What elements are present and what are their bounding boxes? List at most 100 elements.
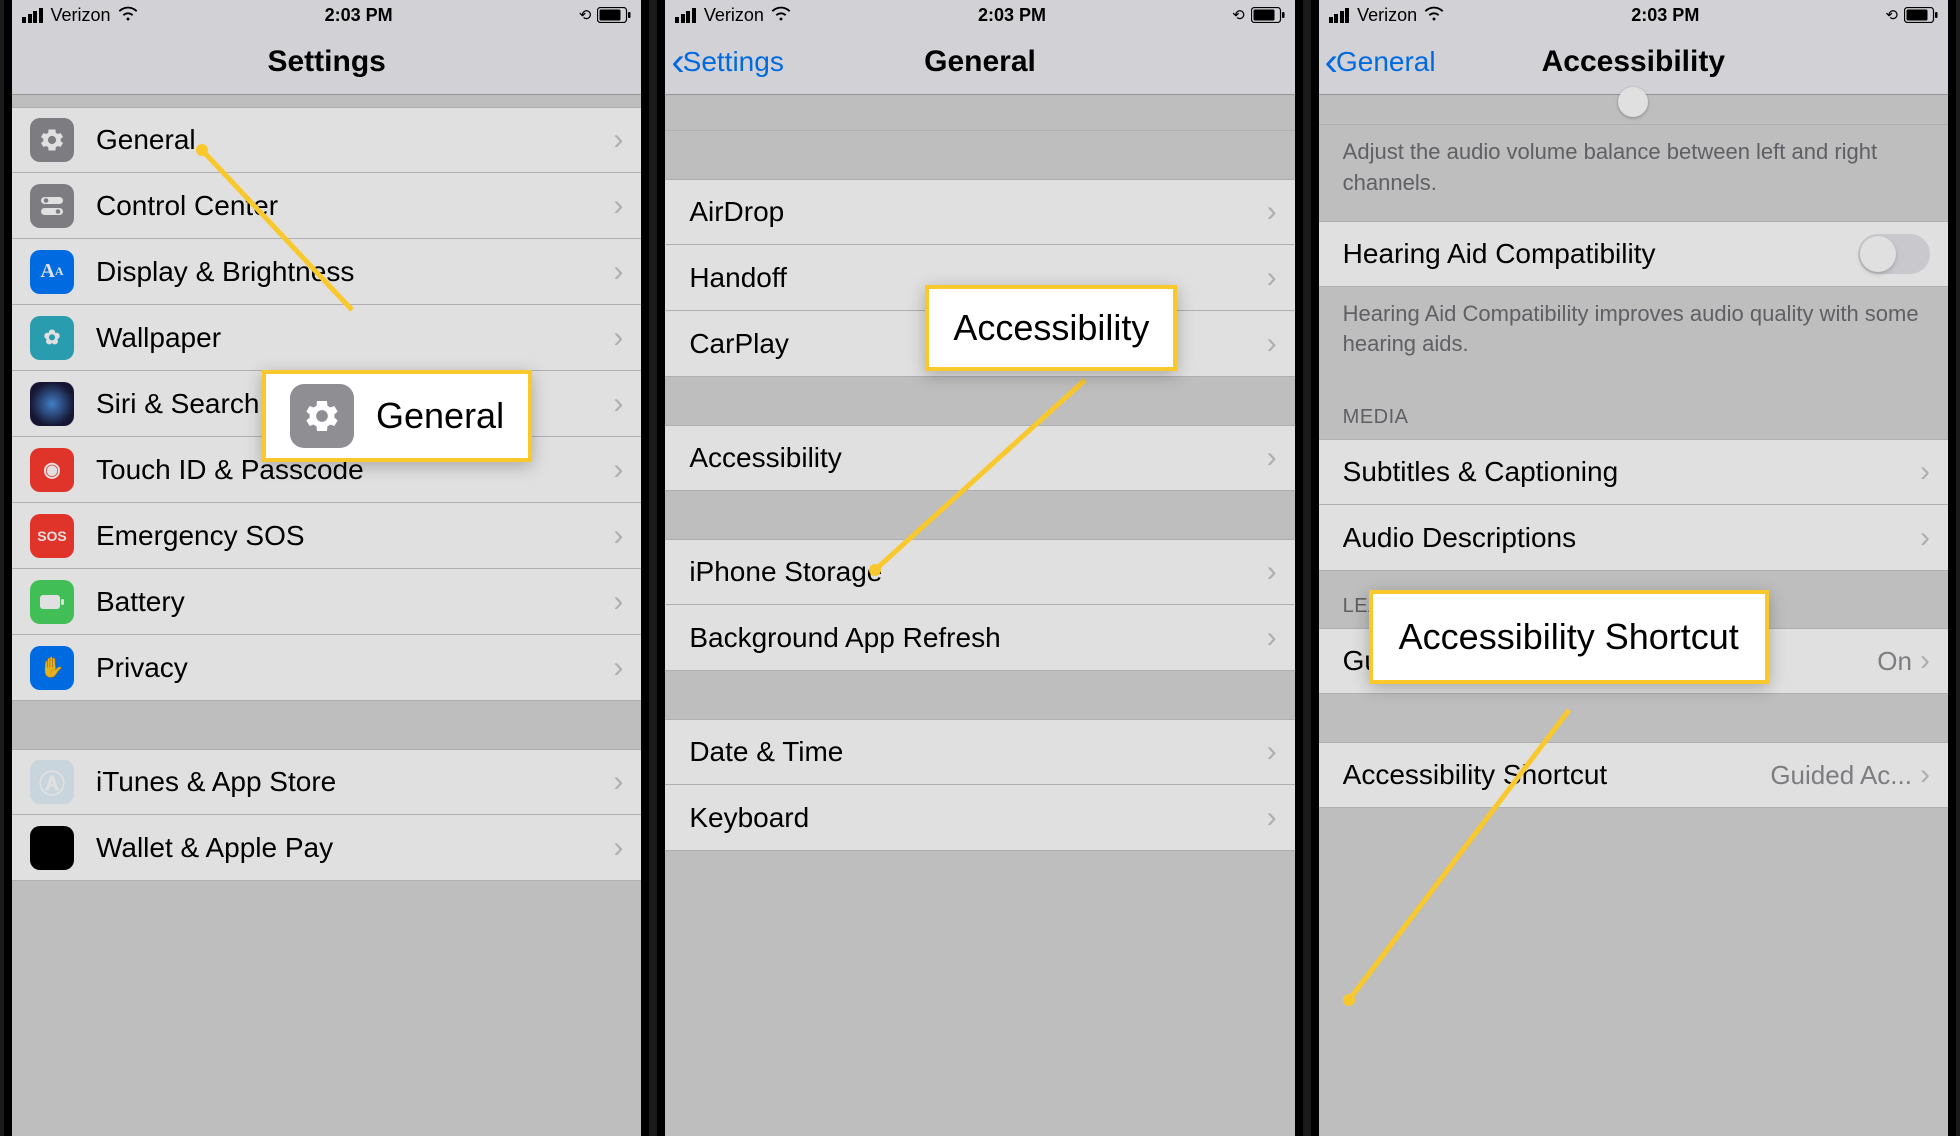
chevron-right-icon: › — [1920, 644, 1930, 678]
row-label: Wallet & Apple Pay — [96, 832, 605, 864]
wifi-icon — [1423, 5, 1445, 26]
callout-label: Accessibility — [953, 307, 1149, 349]
signal-icon — [675, 8, 696, 23]
row-accessibility-shortcut[interactable]: Accessibility Shortcut Guided Ac... › — [1319, 742, 1948, 808]
siri-icon — [30, 382, 74, 426]
back-button[interactable]: ‹ General — [1325, 42, 1436, 82]
row-label: Hearing Aid Compatibility — [1343, 238, 1858, 270]
chevron-right-icon: › — [613, 831, 623, 865]
wifi-icon — [770, 5, 792, 26]
callout-label: Accessibility Shortcut — [1399, 616, 1739, 658]
row-background-refresh[interactable]: Background App Refresh › — [665, 605, 1294, 671]
nav-bar: ‹ Settings General — [665, 30, 1294, 95]
page-title: Accessibility — [1542, 45, 1725, 79]
back-button[interactable]: ‹ Settings — [671, 42, 784, 82]
row-display[interactable]: AA Display & Brightness › — [12, 239, 641, 305]
row-label: Emergency SOS — [96, 520, 605, 552]
status-time: 2:03 PM — [1631, 5, 1699, 26]
appstore-icon: Ⓐ — [30, 760, 74, 804]
row-date-time[interactable]: Date & Time › — [665, 719, 1294, 785]
row-wallpaper[interactable]: ✿ Wallpaper › — [12, 305, 641, 371]
row-storage[interactable]: iPhone Storage › — [665, 539, 1294, 605]
row-subtitles[interactable]: Subtitles & Captioning › — [1319, 439, 1948, 505]
wifi-icon — [117, 5, 139, 26]
chevron-right-icon: › — [1920, 521, 1930, 555]
row-privacy[interactable]: ✋ Privacy › — [12, 635, 641, 701]
chevron-right-icon: › — [1267, 261, 1277, 295]
page-title: General — [924, 45, 1036, 79]
row-value: On — [1877, 646, 1912, 677]
row-label: Privacy — [96, 652, 605, 684]
row-label: Background App Refresh — [689, 622, 1258, 654]
row-accessibility[interactable]: Accessibility › — [665, 425, 1294, 491]
row-label: Date & Time — [689, 736, 1258, 768]
row-label: Subtitles & Captioning — [1343, 456, 1912, 488]
toggles-icon — [30, 184, 74, 228]
status-bar: Verizon 2:03 PM ⟲ — [1319, 0, 1948, 30]
row-wallet[interactable]: Wallet & Apple Pay › — [12, 815, 641, 881]
text-size-icon: AA — [30, 250, 74, 294]
chevron-right-icon: › — [1267, 195, 1277, 229]
row-label: iPhone Storage — [689, 556, 1258, 588]
row-airdrop[interactable]: AirDrop › — [665, 179, 1294, 245]
chevron-right-icon: › — [1267, 735, 1277, 769]
callout-label: General — [376, 395, 504, 437]
chevron-right-icon: › — [1267, 801, 1277, 835]
carrier-label: Verizon — [704, 5, 764, 26]
row-label: General — [96, 124, 605, 156]
chevron-right-icon: › — [613, 453, 623, 487]
callout-general: General — [262, 370, 532, 462]
callout-accessibility: Accessibility — [925, 285, 1177, 371]
chevron-right-icon: › — [1920, 455, 1930, 489]
orientation-lock-icon: ⟲ — [579, 6, 592, 24]
nav-bar: Settings — [12, 30, 641, 95]
row-hearing-aid[interactable]: Hearing Aid Compatibility — [1319, 221, 1948, 287]
screen-accessibility: Verizon 2:03 PM ⟲ ‹ General Accessibilit… — [1311, 0, 1956, 1136]
row-label: Audio Descriptions — [1343, 522, 1912, 554]
signal-icon — [1329, 8, 1350, 23]
orientation-lock-icon: ⟲ — [1885, 6, 1898, 24]
row-battery[interactable]: Battery › — [12, 569, 641, 635]
sos-icon: SOS — [30, 514, 74, 558]
row-label: Wallpaper — [96, 322, 605, 354]
battery-row-icon — [30, 580, 74, 624]
slider-thumb-icon — [1618, 87, 1648, 117]
chevron-right-icon: › — [613, 765, 623, 799]
row-control-center[interactable]: Control Center › — [12, 173, 641, 239]
nav-bar: ‹ General Accessibility — [1319, 30, 1948, 95]
chevron-right-icon: › — [613, 387, 623, 421]
footer-hearing: Hearing Aid Compatibility improves audio… — [1319, 287, 1948, 383]
back-label: General — [1336, 46, 1436, 78]
gear-icon — [30, 118, 74, 162]
status-bar: Verizon 2:03 PM ⟲ — [12, 0, 641, 30]
chevron-right-icon: › — [1267, 441, 1277, 475]
chevron-right-icon: › — [1267, 621, 1277, 655]
status-bar: Verizon 2:03 PM ⟲ — [665, 0, 1294, 30]
row-audio-descriptions[interactable]: Audio Descriptions › — [1319, 505, 1948, 571]
flower-icon: ✿ — [30, 316, 74, 360]
wallet-icon — [30, 826, 74, 870]
battery-icon — [1904, 7, 1938, 23]
chevron-right-icon: › — [1267, 327, 1277, 361]
chevron-right-icon: › — [613, 519, 623, 553]
signal-icon — [22, 8, 43, 23]
back-label: Settings — [683, 46, 784, 78]
chevron-right-icon: › — [1920, 758, 1930, 792]
orientation-lock-icon: ⟲ — [1232, 6, 1245, 24]
screen-settings: Verizon 2:03 PM ⟲ Settings General › — [4, 0, 649, 1136]
chevron-right-icon: › — [1267, 555, 1277, 589]
row-general[interactable]: General › — [12, 107, 641, 173]
chevron-right-icon: › — [613, 255, 623, 289]
row-label: Keyboard — [689, 802, 1258, 834]
row-label: Accessibility Shortcut — [1343, 759, 1761, 791]
hand-icon: ✋ — [30, 646, 74, 690]
row-label: Control Center — [96, 190, 605, 222]
toggle-hearing-aid[interactable] — [1858, 234, 1930, 274]
row-sos[interactable]: SOS Emergency SOS › — [12, 503, 641, 569]
row-keyboard[interactable]: Keyboard › — [665, 785, 1294, 851]
section-media: MEDIA — [1319, 382, 1948, 439]
row-itunes[interactable]: Ⓐ iTunes & App Store › — [12, 749, 641, 815]
row-label: Accessibility — [689, 442, 1258, 474]
page-title: Settings — [267, 45, 385, 79]
chevron-right-icon: › — [613, 321, 623, 355]
